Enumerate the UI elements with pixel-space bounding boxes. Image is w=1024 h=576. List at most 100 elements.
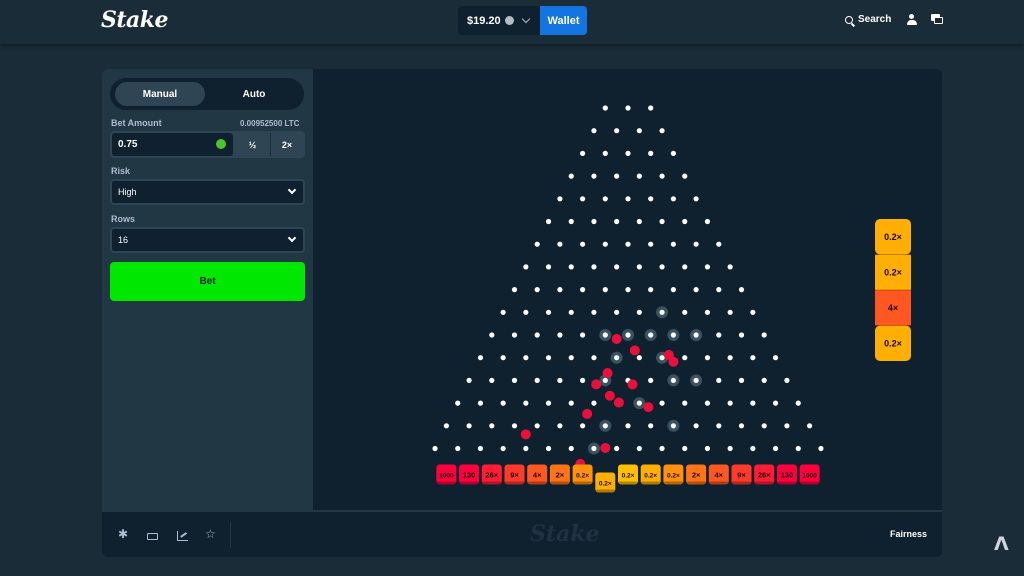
- multiplier-bucket: 0.2×: [618, 464, 638, 485]
- peg: [545, 218, 552, 225]
- peg: [738, 287, 745, 293]
- peg: [500, 400, 506, 406]
- bucket-shadow: [799, 481, 820, 485]
- peg: [568, 218, 574, 225]
- peg: [636, 309, 642, 315]
- favourite-star-icon[interactable]: [205, 527, 217, 542]
- peg: [750, 445, 756, 452]
- peg: [738, 377, 745, 383]
- peg: [670, 423, 676, 429]
- tab-auto[interactable]: Auto: [209, 82, 299, 106]
- peg: [682, 264, 688, 270]
- multiplier-label: 130: [463, 471, 476, 480]
- peg: [534, 287, 540, 293]
- half-button[interactable]: ½: [236, 133, 269, 156]
- plinko-ball: [627, 379, 638, 390]
- bucket-shadow: [618, 481, 638, 485]
- fairness-link[interactable]: Fairness: [890, 529, 927, 539]
- tab-manual[interactable]: Manual: [115, 82, 205, 106]
- peg: [614, 355, 620, 361]
- multiplier-label: 4×: [715, 471, 724, 480]
- peg: [432, 445, 438, 452]
- peg: [602, 241, 608, 247]
- recent-result-label: 0.2×: [884, 232, 902, 242]
- multiplier-label: 0.2×: [644, 473, 657, 480]
- chevron-down-icon: [287, 233, 297, 243]
- multiplier-label: 26×: [485, 471, 498, 480]
- peg: [580, 241, 586, 247]
- settings-icon[interactable]: [118, 527, 130, 542]
- recent-result-label: 0.2×: [884, 339, 902, 349]
- peg: [602, 105, 608, 111]
- peg: [682, 355, 688, 361]
- rows-value: 16: [118, 235, 129, 245]
- stake-logo[interactable]: Stake: [101, 7, 169, 33]
- peg: [727, 264, 733, 270]
- peg: [545, 355, 552, 361]
- peg: [772, 445, 779, 452]
- peg: [466, 423, 472, 429]
- peg: [704, 400, 711, 406]
- theatre-mode-icon[interactable]: [147, 533, 158, 540]
- peg: [761, 423, 767, 429]
- peg: [670, 150, 676, 156]
- peg: [568, 355, 574, 361]
- multiplier-bucket: 0.2×: [663, 464, 684, 485]
- bet-amount-input[interactable]: [112, 133, 233, 156]
- multiplier-bucket: 0.2×: [572, 464, 593, 485]
- search-button[interactable]: Search: [845, 14, 891, 25]
- bucket-shadow: [459, 481, 480, 485]
- peg: [625, 105, 631, 111]
- peg: [568, 173, 574, 179]
- peg: [818, 445, 824, 452]
- peg: [659, 128, 665, 134]
- game-footer: Stake Fairness: [102, 510, 942, 557]
- multiplier-bucket: 0.2×: [595, 472, 616, 493]
- peg: [614, 309, 620, 315]
- search-label: Search: [858, 14, 892, 25]
- peg: [761, 332, 767, 338]
- user-icon[interactable]: [906, 14, 917, 26]
- peg: [738, 423, 745, 429]
- peg: [636, 218, 642, 225]
- peg: [795, 445, 801, 452]
- bet-button[interactable]: Bet: [110, 262, 305, 301]
- peg: [477, 400, 484, 406]
- balance-selector[interactable]: $19.20: [458, 6, 540, 35]
- double-button[interactable]: 2×: [270, 133, 303, 156]
- risk-value: High: [118, 187, 137, 197]
- plinko-board-svg: 1000 130 26× 9× 4× 2× 0.2× 0.2× 0.2× 0.2× 0.2× 2× 4×…: [432, 105, 911, 493]
- peg: [511, 423, 518, 429]
- peg: [591, 309, 597, 315]
- multiplier-bucket: 26×: [754, 464, 775, 485]
- plinko-ball: [604, 390, 615, 401]
- multiplier-bucket: 9×: [504, 464, 525, 485]
- multiplier-bucket: 0.2×: [640, 464, 661, 485]
- peg: [489, 377, 495, 383]
- peg: [602, 377, 608, 383]
- multiplier-label: 0.2×: [599, 481, 612, 488]
- chevron-down-icon: [287, 185, 297, 195]
- peg: [580, 332, 586, 338]
- multiplier-label: 0.2×: [622, 473, 635, 480]
- rows-select[interactable]: 16: [110, 227, 305, 253]
- peg: [614, 128, 620, 134]
- corner-logo-icon: Ʌ: [994, 533, 1009, 555]
- peg: [591, 400, 597, 406]
- peg: [670, 287, 676, 293]
- risk-select[interactable]: High: [110, 179, 305, 205]
- peg: [625, 196, 631, 202]
- multiplier-bucket: 130: [459, 464, 480, 485]
- peg: [443, 423, 449, 429]
- peg: [602, 332, 608, 338]
- bucket-shadow: [754, 481, 775, 485]
- multiplier-label: 130: [781, 471, 794, 480]
- peg: [591, 355, 597, 361]
- peg: [750, 400, 756, 406]
- wallet-button[interactable]: Wallet: [540, 6, 587, 35]
- balance-amount: $19.20: [467, 14, 501, 27]
- chat-icon[interactable]: [931, 14, 943, 25]
- peg: [602, 287, 608, 293]
- stats-icon[interactable]: [177, 531, 188, 541]
- peg: [693, 287, 699, 293]
